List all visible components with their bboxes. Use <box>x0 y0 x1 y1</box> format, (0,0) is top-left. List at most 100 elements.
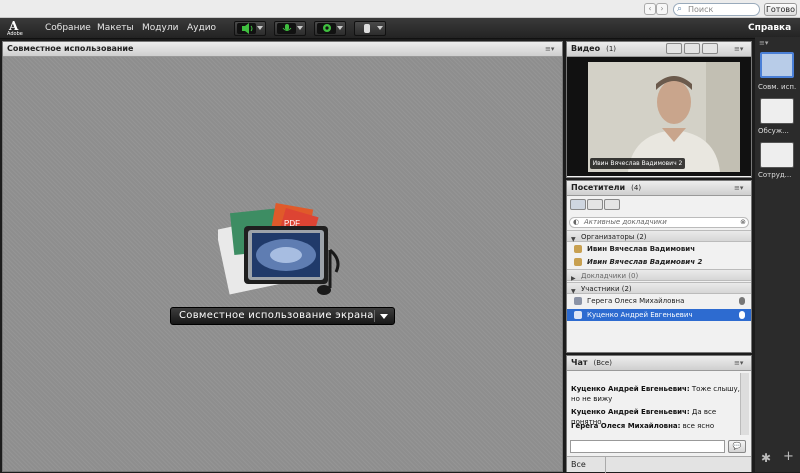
microphone-icon <box>739 297 745 305</box>
search-input[interactable]: ⌕ Поиск <box>673 3 760 16</box>
layout-thumbnail-discussion[interactable] <box>760 98 794 124</box>
send-button[interactable]: 💬 <box>728 440 746 453</box>
chat-author: Куценко Андрей Евгеньевич: <box>571 385 690 393</box>
group-participants-label: Участники (2) <box>581 285 632 293</box>
attendee-row[interactable]: Герега Олеся Михайловна <box>567 295 751 307</box>
pod-menu-icon[interactable]: ≡▾ <box>734 360 745 367</box>
participant-avatar-icon <box>574 311 582 319</box>
chevron-down-icon[interactable] <box>380 314 388 319</box>
chevron-down-icon <box>337 26 343 30</box>
participant-avatar-icon <box>574 297 582 305</box>
menu-pods[interactable]: Модули <box>142 23 178 33</box>
back-button[interactable]: ‹ <box>644 3 656 15</box>
video-caption: Ивин Вячеслав Вадимович 2 <box>590 158 685 169</box>
grid-view-button[interactable] <box>666 43 682 54</box>
layout-label: Сотруд... <box>758 171 792 179</box>
chat-author: Куценко Андрей Евгеньевич: <box>571 408 690 416</box>
attendees-pod-title: Посетители (4) <box>567 181 751 196</box>
menu-layouts[interactable]: Макеты <box>97 23 134 33</box>
chat-input[interactable] <box>570 440 725 453</box>
speech-bubble-icon: 💬 <box>732 442 742 450</box>
forward-button[interactable]: › <box>656 3 668 15</box>
share-media-icon: PDF <box>218 203 340 295</box>
microphone-icon <box>739 311 745 319</box>
status-view-button[interactable] <box>604 199 620 210</box>
recipient-select[interactable]: Все <box>571 457 586 472</box>
chat-pod-title: Чат (Все) <box>567 356 751 371</box>
attendees-title-text: Посетители <box>571 183 626 192</box>
share-screen-button[interactable]: Совместное использование экрана <box>170 307 395 325</box>
attendee-name: Куценко Андрей Евгеньевич <box>587 311 693 319</box>
chat-scrollbar[interactable] <box>740 373 749 435</box>
share-pod-title: Совместное использование <box>3 42 562 57</box>
group-participants[interactable]: ▼ Участники (2) <box>567 282 751 295</box>
chevron-down-icon <box>257 26 263 30</box>
speaker-icon <box>237 23 256 34</box>
chevron-down-icon <box>377 26 383 30</box>
divider <box>374 310 375 322</box>
add-layout-icon[interactable]: + <box>783 449 794 464</box>
divider <box>605 457 606 473</box>
chat-message: Куценко Андрей Евгеньевич: Тоже слышу, н… <box>571 384 741 404</box>
layouts-menu-icon[interactable]: ≡▾ <box>759 39 768 47</box>
menu-audio[interactable]: Аудио <box>187 23 216 33</box>
attendee-name: Ивин Вячеслав Вадимович <box>587 245 696 253</box>
group-presenters[interactable]: ▶ Докладчики (0) <box>567 269 751 282</box>
list-view-button[interactable] <box>570 199 586 210</box>
layout-label: Обсуж... <box>758 127 789 135</box>
raise-hand-button[interactable] <box>354 21 386 36</box>
layout-label: Совм. исп. <box>758 83 797 91</box>
layout-thumbnail-collaboration[interactable] <box>760 142 794 168</box>
active-speakers-label: Активные докладчики <box>584 218 667 226</box>
microphone-button[interactable] <box>274 21 306 36</box>
speaker-button[interactable] <box>234 21 266 36</box>
settings-icon[interactable]: ✱ <box>761 451 771 465</box>
chevron-down-icon <box>297 26 303 30</box>
group-presenters-label: Докладчики (0) <box>581 272 639 280</box>
breakout-view-button[interactable] <box>587 199 603 210</box>
group-hosts[interactable]: ▼ Организаторы (2) <box>567 230 751 243</box>
chat-message: Герега Олеся Михайловна: все ясно <box>571 421 741 431</box>
share-screen-label: Совместное использование экрана <box>179 310 374 321</box>
attendee-name: Герега Олеся Михайловна <box>587 297 685 305</box>
pod-menu-icon[interactable]: ≡▾ <box>545 46 556 53</box>
search-placeholder: Поиск <box>688 5 714 14</box>
webcam-icon <box>317 23 336 34</box>
chat-text: все ясно <box>682 422 715 430</box>
help-menu[interactable]: Справка <box>748 23 791 33</box>
raise-hand-icon <box>357 23 376 34</box>
attendee-row[interactable]: Ивин Вячеслав Вадимович 2 <box>567 256 751 268</box>
close-icon[interactable]: ⊗ <box>740 218 746 227</box>
attendee-name: Ивин Вячеслав Вадимович 2 <box>587 258 703 266</box>
microphone-icon <box>277 23 296 34</box>
webcam-button[interactable] <box>314 21 346 36</box>
pod-menu-icon[interactable]: ≡▾ <box>734 46 745 53</box>
chat-author: Герега Олеся Михайловна: <box>571 422 681 430</box>
chat-scope: (Все) <box>593 359 612 367</box>
video-pod-title: Видео (1) <box>567 42 751 57</box>
webcam-feed <box>588 62 740 172</box>
done-button[interactable]: Готово <box>764 3 797 16</box>
attendees-count: (4) <box>631 184 642 192</box>
layouts-bar: ≡▾ Совм. исп. Обсуж... Сотруд... ✱ + <box>755 37 800 472</box>
video-title-text: Видео <box>571 44 601 53</box>
adobe-logo: A Adobe <box>6 19 24 38</box>
chat-footer: Все <box>567 456 751 473</box>
group-hosts-label: Организаторы (2) <box>581 233 647 241</box>
chat-pod: Чат (Все) ≡▾ Куценко Андрей Евгеньевич: Т… <box>566 355 752 472</box>
host-avatar-icon <box>574 258 582 266</box>
chat-title-text: Чат <box>571 358 588 367</box>
video-count: (1) <box>606 45 617 53</box>
search-icon: ⌕ <box>677 4 683 14</box>
menu-meeting[interactable]: Собрание <box>45 23 91 33</box>
attendee-row[interactable]: Ивин Вячеслав Вадимович <box>567 243 751 255</box>
active-speakers-field[interactable]: ◐ Активные докладчики ⊗ <box>569 217 749 228</box>
fullscreen-icon[interactable] <box>702 43 718 54</box>
attendee-row-selected[interactable]: Куценко Андрей Евгеньевич <box>567 309 751 321</box>
pod-menu-icon[interactable]: ≡▾ <box>734 185 745 192</box>
speaker-icon: ◐ <box>573 218 580 226</box>
host-avatar-icon <box>574 245 582 253</box>
logo-text: Adobe <box>7 31 23 37</box>
layout-thumbnail-sharing[interactable] <box>760 52 794 78</box>
filmstrip-view-button[interactable] <box>684 43 700 54</box>
